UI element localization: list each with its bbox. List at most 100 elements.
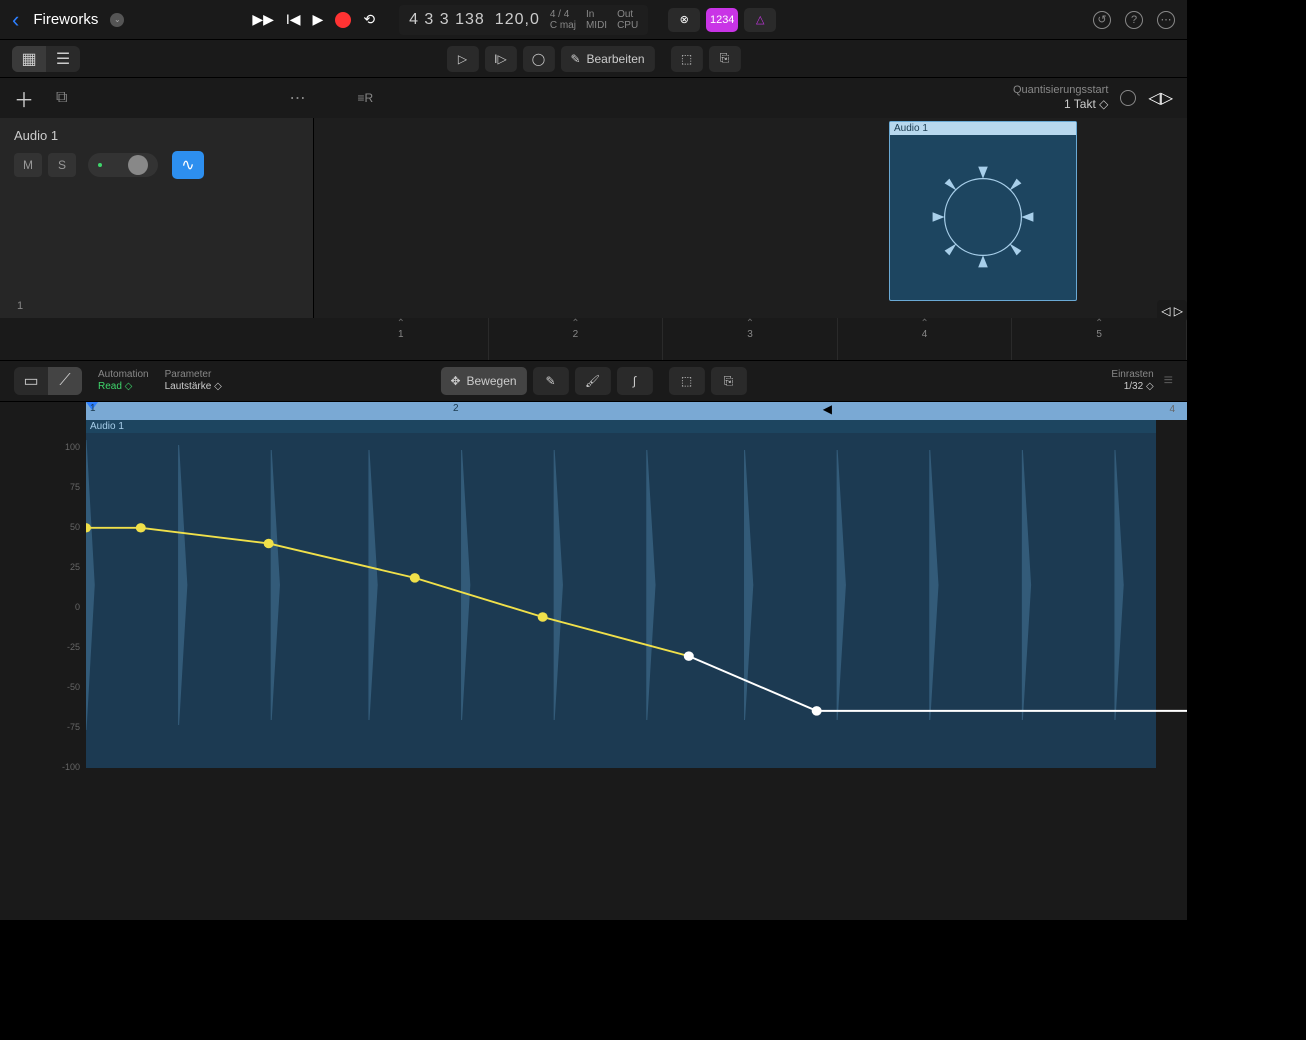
volume-slider[interactable]: [88, 153, 158, 177]
track-area: Audio 1 M S ∿ Audio 1: [0, 118, 1187, 318]
automation-mode-value[interactable]: Read ◇: [98, 381, 149, 393]
waveform-icon: ∿: [181, 155, 194, 175]
region-artwork: [890, 135, 1076, 299]
quantize-target-icon[interactable]: [1120, 90, 1136, 106]
scale-label: 50: [70, 522, 80, 532]
track-name[interactable]: Audio 1: [14, 128, 299, 143]
waveform-display: [86, 420, 1187, 750]
scale-label: 25: [70, 562, 80, 572]
automation-title: Automation: [98, 369, 149, 381]
automation-scale: 100 75 50 25 0 -25 -50 -75 -100: [0, 402, 86, 800]
track-number: 1: [10, 300, 30, 312]
project-dropdown-icon[interactable]: ⌄: [110, 13, 124, 27]
scale-label: 75: [70, 482, 80, 492]
move-label: Bewegen: [467, 374, 517, 388]
scale-label: -25: [67, 642, 80, 652]
track-header[interactable]: Audio 1 M S ∿: [0, 118, 314, 318]
scale-label: -100: [62, 762, 80, 772]
quantize-title: Quantisierungsstart: [1013, 84, 1108, 97]
select-tool-button[interactable]: ⬚: [671, 46, 703, 72]
snap-title: Einrasten: [1111, 369, 1153, 381]
lcd-timesig: 4 / 4: [550, 9, 576, 20]
lcd-midi: MIDI: [586, 20, 607, 31]
bar-number: 1: [398, 329, 404, 340]
move-icon: ✥: [450, 374, 460, 388]
bar-ruler[interactable]: ⌃1 ⌃2 ⌃3 ⌃4 ⌃5: [314, 318, 1187, 360]
preview-play-start-button[interactable]: I▷: [484, 46, 516, 72]
bar-number: 3: [747, 329, 753, 340]
help-icon[interactable]: ?: [1125, 11, 1143, 29]
move-tool-button[interactable]: ✥ Bewegen: [440, 367, 526, 395]
preview-play-button[interactable]: ▷: [446, 46, 478, 72]
record-button[interactable]: [335, 12, 351, 28]
track-more-icon[interactable]: ⋯: [289, 88, 305, 108]
audio-region[interactable]: Audio 1: [889, 121, 1077, 301]
ruler-mark: 2: [453, 403, 459, 414]
mute-button[interactable]: M: [14, 153, 42, 177]
undo-icon[interactable]: ↺: [1093, 11, 1111, 29]
automation-canvas[interactable]: 1 2 ◀ 4 Audio 1: [86, 402, 1187, 800]
back-chevron-icon[interactable]: ‹: [12, 7, 19, 33]
right-toolbar-icons: ↺ ? ⋯: [1093, 11, 1175, 29]
copy-region-button[interactable]: ⎘: [711, 367, 747, 395]
edit-label: Bearbeiten: [587, 52, 645, 66]
scale-label: -50: [67, 682, 80, 692]
play-icon[interactable]: ▶: [313, 11, 324, 28]
lcd-tempo: 120,0: [495, 11, 540, 29]
lcd-out: Out: [617, 9, 638, 20]
automation-ruler[interactable]: 1 2 ◀: [86, 402, 1187, 420]
annotation-vertical-line: [1187, 50, 1188, 920]
horizontal-scroll-handle[interactable]: ◁ ▷: [1157, 300, 1187, 322]
bar-number: 2: [573, 329, 579, 340]
select-region-button[interactable]: ⬚: [669, 367, 705, 395]
top-toolbar: ‹ Fireworks ⌄ ▶▶ I◀ ▶ ⟲ 4 3 3 138 120,0 …: [0, 0, 1187, 40]
curve-tool-button[interactable]: ∫: [617, 367, 653, 395]
project-title[interactable]: Fireworks: [33, 11, 98, 28]
volume-thumb[interactable]: [128, 155, 148, 175]
track-type-button[interactable]: ∿: [172, 151, 204, 179]
brush-tool-button[interactable]: 🖌: [575, 367, 611, 395]
cycle-icon[interactable]: ⟲: [363, 11, 375, 28]
scale-label: 100: [65, 442, 80, 452]
grid-view-button[interactable]: ▦: [12, 46, 46, 72]
loop-record-button[interactable]: ◯: [522, 46, 554, 72]
metronome-button[interactable]: △: [744, 8, 776, 32]
volume-indicator-icon: [98, 163, 102, 167]
snap-value[interactable]: 1/32 ◇: [1111, 381, 1153, 393]
scale-label: -75: [67, 722, 80, 732]
duplicate-track-icon[interactable]: ⧉: [56, 89, 67, 107]
arrangement-timeline[interactable]: Audio 1: [314, 118, 1187, 318]
pencil-tool-button[interactable]: ✎: [533, 367, 569, 395]
region-mode-icon[interactable]: ≡R: [357, 91, 373, 105]
region-label: Audio 1: [890, 122, 1076, 135]
lcd-in: In: [586, 9, 607, 20]
fast-forward-icon[interactable]: ▶▶: [252, 11, 274, 28]
quantize-value[interactable]: 1 Takt: [1064, 97, 1096, 111]
bar-number: 5: [1096, 329, 1102, 340]
region-view-button[interactable]: ▭: [14, 367, 48, 395]
ruler-mark-end: 4: [1169, 404, 1175, 415]
add-track-button[interactable]: ＋: [14, 84, 34, 113]
second-toolbar: ▦ ☰ ▷ I▷ ◯ ✎ Bearbeiten ⬚ ⎘: [0, 40, 1187, 78]
edit-button[interactable]: ✎ Bearbeiten: [560, 46, 654, 72]
tuner-button[interactable]: ⊗: [668, 8, 700, 32]
cycle-end-marker-icon[interactable]: ◀: [823, 402, 832, 416]
transport-controls: ▶▶ I◀ ▶ ⟲: [252, 11, 375, 28]
skip-back-icon[interactable]: I◀: [286, 11, 301, 28]
count-in-button[interactable]: 1234: [706, 8, 738, 32]
parameter-title: Parameter: [165, 369, 222, 381]
automation-view-button[interactable]: ⟋: [48, 367, 82, 395]
more-icon[interactable]: ⋯: [1157, 11, 1175, 29]
editor-drag-handle-icon[interactable]: ≡: [1164, 372, 1173, 390]
automation-editor: 100 75 50 25 0 -25 -50 -75 -100 1 2 ◀ 4 …: [0, 402, 1187, 800]
scale-label: 0: [75, 602, 80, 612]
copy-tool-button[interactable]: ⎘: [709, 46, 741, 72]
solo-button[interactable]: S: [48, 153, 76, 177]
editor-toolbar: ▭ ⟋ Automation Read ◇ Parameter Lautstär…: [0, 360, 1187, 402]
parameter-value[interactable]: Lautstärke ◇: [165, 381, 222, 393]
ruler-mark: 1: [90, 403, 96, 414]
lcd-display[interactable]: 4 3 3 138 120,0 4 / 4 C maj In MIDI Out …: [399, 5, 648, 35]
horizontal-zoom-icon[interactable]: ◁▷: [1148, 88, 1173, 108]
lcd-position: 4 3 3 138: [409, 11, 485, 29]
list-view-button[interactable]: ☰: [46, 46, 80, 72]
